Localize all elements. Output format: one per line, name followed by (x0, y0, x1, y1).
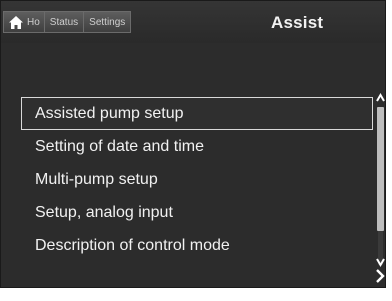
menu-item-control-mode[interactable]: Description of control mode (21, 229, 373, 262)
menu-item-label: Setup, analog input (35, 204, 173, 221)
menu-item-label: Description of control mode (35, 237, 230, 254)
tab-status-label: Status (49, 16, 79, 28)
menu-item-date-time[interactable]: Setting of date and time (21, 130, 373, 163)
scrollbar-thumb[interactable] (377, 107, 384, 231)
top-bar: Ho Status Settings Assist (1, 1, 385, 43)
chevron-down-icon[interactable] (376, 257, 385, 267)
tab-settings[interactable]: Settings (83, 11, 132, 33)
assist-menu: Assisted pump setup Setting of date and … (21, 97, 373, 262)
chevron-right-icon[interactable] (375, 269, 385, 283)
menu-item-multi-pump-setup[interactable]: Multi-pump setup (21, 163, 373, 196)
menu-item-analog-input[interactable]: Setup, analog input (21, 196, 373, 229)
display-screen: Ho Status Settings Assist Assisted pump … (0, 0, 386, 288)
tab-home-label: Ho (27, 16, 40, 28)
tab-settings-label: Settings (89, 16, 126, 28)
chevron-up-icon[interactable] (376, 93, 385, 103)
menu-item-label: Setting of date and time (35, 138, 204, 155)
tab-bar: Ho Status Settings (3, 11, 132, 33)
menu-item-assisted-pump-setup[interactable]: Assisted pump setup (21, 97, 373, 130)
menu-item-label: Assisted pump setup (35, 105, 184, 122)
menu-item-label: Multi-pump setup (35, 171, 158, 188)
home-icon (9, 15, 23, 29)
tab-home[interactable]: Ho (3, 11, 44, 33)
tab-status[interactable]: Status (43, 11, 84, 33)
page-title: Assist (271, 13, 324, 32)
